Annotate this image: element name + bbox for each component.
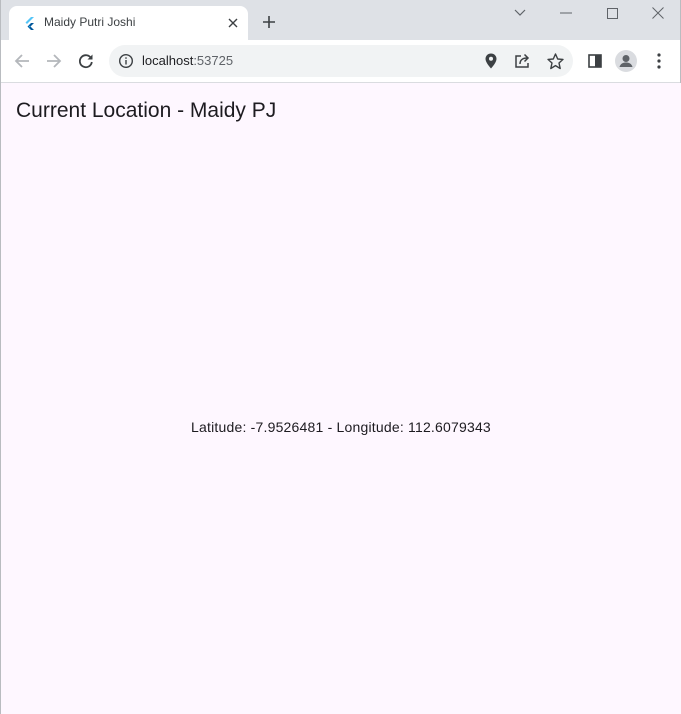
url-text: localhost:53725	[142, 53, 233, 68]
tab-strip: Maidy Putri Joshi	[1, 0, 680, 40]
location-pin-icon[interactable]	[482, 52, 500, 70]
close-window-icon[interactable]	[648, 4, 668, 22]
bookmark-star-icon[interactable]	[546, 52, 564, 70]
back-icon[interactable]	[11, 50, 33, 72]
tab-search-icon[interactable]	[510, 4, 530, 22]
browser-window: Maidy Putri Joshi localhost:53725 Curren…	[0, 0, 681, 714]
page-title: Current Location - Maidy PJ	[16, 99, 277, 122]
close-tab-icon[interactable]	[225, 15, 241, 31]
more-menu-icon[interactable]	[648, 50, 670, 72]
site-info-icon[interactable]	[118, 53, 134, 69]
address-bar[interactable]: localhost:53725	[109, 45, 573, 77]
side-panel-icon[interactable]	[584, 50, 606, 72]
profile-avatar-icon[interactable]	[615, 50, 637, 72]
tab-active[interactable]: Maidy Putri Joshi	[9, 6, 248, 40]
browser-toolbar: localhost:53725	[1, 40, 680, 83]
forward-icon[interactable]	[43, 50, 65, 72]
url-host: localhost	[142, 53, 194, 68]
page-content: Current Location - Maidy PJ Latitude: -7…	[1, 83, 681, 714]
url-port: :53725	[193, 53, 234, 68]
share-icon[interactable]	[514, 52, 532, 70]
reload-icon[interactable]	[75, 50, 97, 72]
minimize-icon[interactable]	[556, 4, 576, 22]
tab-title: Maidy Putri Joshi	[44, 15, 136, 29]
new-tab-icon[interactable]	[259, 12, 279, 32]
flutter-icon	[23, 16, 37, 30]
coordinates-text: Latitude: -7.9526481 - Longitude: 112.60…	[191, 419, 491, 435]
maximize-icon[interactable]	[602, 4, 622, 22]
